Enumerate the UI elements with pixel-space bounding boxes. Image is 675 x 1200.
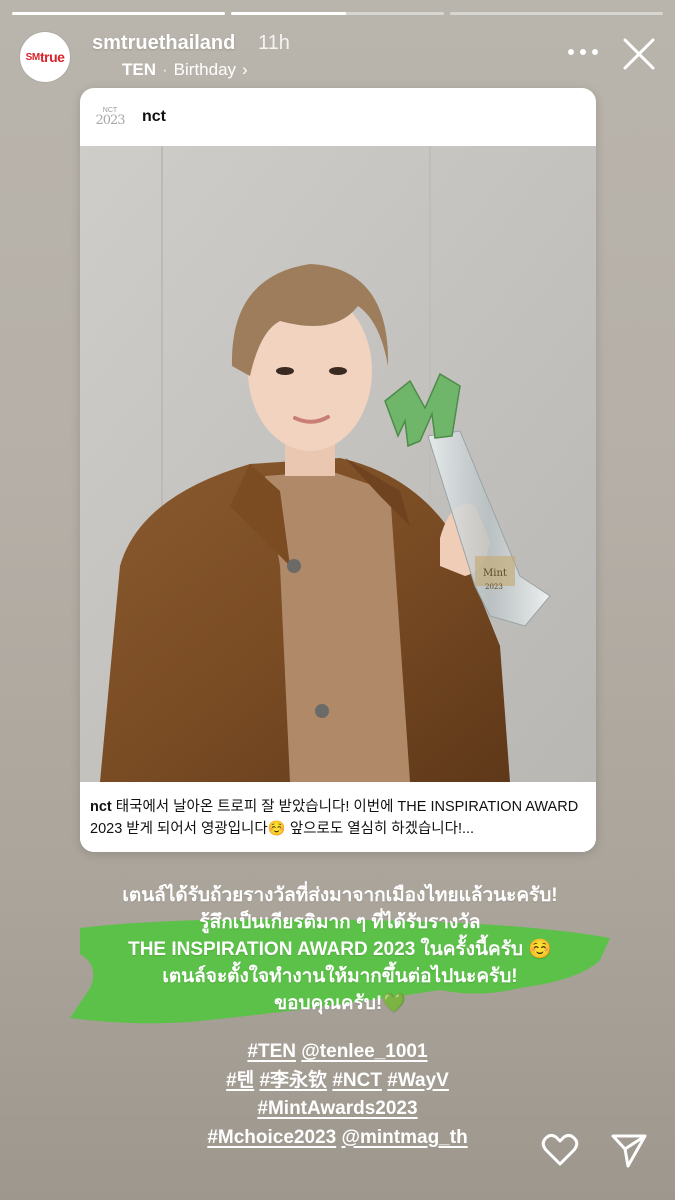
trophy-plate-text: Mint (483, 568, 507, 579)
hashtag[interactable]: #WayV (387, 1070, 449, 1091)
hashtag[interactable]: #TEN (247, 1041, 296, 1062)
progress-segment (231, 12, 444, 15)
caption-username: nct (90, 799, 112, 815)
avatar-logo-sm: SM (25, 51, 41, 63)
story-line: ขอบคุณครับ!💚 (274, 993, 406, 1014)
story-text-block: เตนล์ได้รับถ้วยรางวัลที่ส่งมาจากเมืองไทย… (60, 870, 620, 1030)
story-line: เตนล์จะตั้งใจทำงานให้มากขึ้นต่อไปนะครับ! (162, 966, 518, 987)
story-line: เตนล์ได้รับถ้วยรางวัลที่ส่งมาจากเมืองไทย… (122, 885, 558, 906)
hashtag-line: #MintAwards2023 (0, 1095, 675, 1124)
more-horizontal-icon[interactable] (567, 42, 599, 62)
photo-illustration: Mint 2023 (80, 146, 596, 782)
separator: · (162, 60, 168, 79)
hashtag[interactable]: #李永钦 (259, 1070, 327, 1091)
nct-logo: NCT 2023 (92, 104, 128, 130)
hashtag-line: #TEN @tenlee_1001 (0, 1038, 675, 1067)
card-username[interactable]: nct (142, 108, 166, 126)
progress-segment (12, 12, 225, 15)
heart-icon[interactable] (540, 1130, 580, 1170)
avatar[interactable]: SM true (20, 32, 70, 82)
caption-text: 태국에서 날아온 트로피 잘 받았습니다! 이번에 THE INSPIRATIO… (90, 799, 579, 837)
send-icon[interactable] (610, 1132, 648, 1170)
card-header: NCT 2023 nct (80, 88, 596, 146)
story-text: เตนล์ได้รับถ้วยรางวัลที่ส่งมาจากเมืองไทย… (60, 882, 620, 1017)
hashtag[interactable]: #NCT (332, 1070, 382, 1091)
story-line: THE INSPIRATION AWARD 2023 ในครั้งนี้ครั… (128, 939, 552, 960)
highlight-label: Birthday (173, 60, 237, 79)
highlight-link[interactable]: TEN · Birthday › (122, 60, 248, 80)
highlight-name: TEN (122, 60, 156, 79)
hashtag[interactable]: #텐 (226, 1070, 254, 1091)
story-line: รู้สึกเป็นเกียรติมาก ๆ ที่ได้รับรางวัล (199, 912, 481, 933)
chevron-right-icon: › (242, 60, 248, 79)
story-header: SM true smtruethailand 11h TEN · Birthday… (18, 30, 657, 82)
close-icon[interactable] (621, 36, 657, 72)
trophy-plate-year: 2023 (485, 583, 503, 591)
post-time: 11h (258, 32, 290, 54)
progress-segment (450, 12, 663, 15)
hashtag[interactable]: #Mchoice2023 (207, 1127, 336, 1148)
hashtag[interactable]: #MintAwards2023 (257, 1098, 417, 1119)
mention[interactable]: @tenlee_1001 (301, 1041, 427, 1062)
post-photo: Mint 2023 (80, 146, 596, 852)
mention[interactable]: @mintmag_th (341, 1127, 467, 1148)
avatar-logo-true: true (39, 49, 65, 65)
logo-year-text: 2023 (95, 113, 125, 128)
hashtag-line: #텐 #李永钦 #NCT #WayV (0, 1067, 675, 1096)
post-caption: nct 태국에서 날아온 트로피 잘 받았습니다! 이번에 THE INSPIR… (80, 782, 596, 852)
username[interactable]: smtruethailand (92, 32, 235, 55)
story-progress-bar (12, 12, 663, 15)
shared-post-card[interactable]: NCT 2023 nct Mint 2023 nct 태국에서 날아온 트로피 … (80, 88, 596, 852)
